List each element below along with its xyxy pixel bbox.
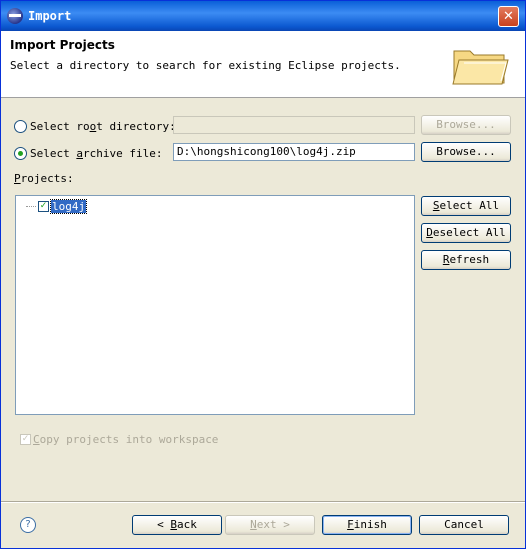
next-button: Next >	[225, 515, 315, 535]
browse-root-button: Browse...	[421, 115, 511, 135]
close-icon: ✕	[503, 9, 514, 24]
projects-list[interactable]: ✓ log4j	[15, 195, 415, 415]
copy-projects-checkbox: ✓	[20, 433, 31, 445]
eclipse-icon	[7, 8, 23, 24]
root-directory-radio[interactable]	[14, 119, 27, 133]
folder-icon	[452, 50, 509, 85]
copy-projects-label: Copy projects into workspace	[33, 432, 219, 446]
refresh-button[interactable]: Refresh	[421, 250, 511, 270]
copy-projects-option: ✓ Copy projects into workspace	[20, 432, 218, 446]
import-dialog: Import ✕ Import Projects Select a direct…	[0, 0, 526, 549]
browse-archive-button[interactable]: Browse...	[421, 142, 511, 162]
page-description: Select a directory to search for existin…	[10, 59, 401, 72]
root-directory-label: Select root directory:	[30, 119, 176, 133]
close-button[interactable]: ✕	[498, 6, 519, 27]
root-directory-field	[173, 116, 415, 134]
project-checkbox[interactable]: ✓	[38, 200, 49, 212]
archive-file-option[interactable]: Select archive file:	[14, 144, 162, 162]
deselect-all-button[interactable]: Deselect All	[421, 223, 511, 243]
project-name: log4j	[49, 198, 88, 214]
back-button[interactable]: < Back	[132, 515, 222, 535]
archive-file-label: Select archive file:	[30, 146, 163, 160]
footer-divider	[1, 501, 525, 503]
title-bar[interactable]: Import ✕	[1, 1, 525, 31]
wizard-header: Import Projects Select a directory to se…	[1, 31, 525, 98]
cancel-button[interactable]: Cancel	[419, 515, 509, 535]
finish-button[interactable]: Finish	[322, 515, 412, 535]
select-all-button[interactable]: Select All	[421, 196, 511, 216]
tree-connector	[26, 205, 36, 207]
projects-label: Projects:	[14, 172, 74, 185]
archive-file-field[interactable]: D:\hongshicong100\log4j.zip	[173, 143, 415, 161]
list-item[interactable]: ✓ log4j	[26, 198, 88, 214]
root-directory-option[interactable]: Select root directory:	[14, 117, 176, 135]
window-title: Import	[28, 9, 72, 23]
help-icon[interactable]: ?	[20, 517, 36, 533]
page-title: Import Projects	[10, 38, 115, 52]
archive-file-radio[interactable]	[14, 146, 27, 160]
